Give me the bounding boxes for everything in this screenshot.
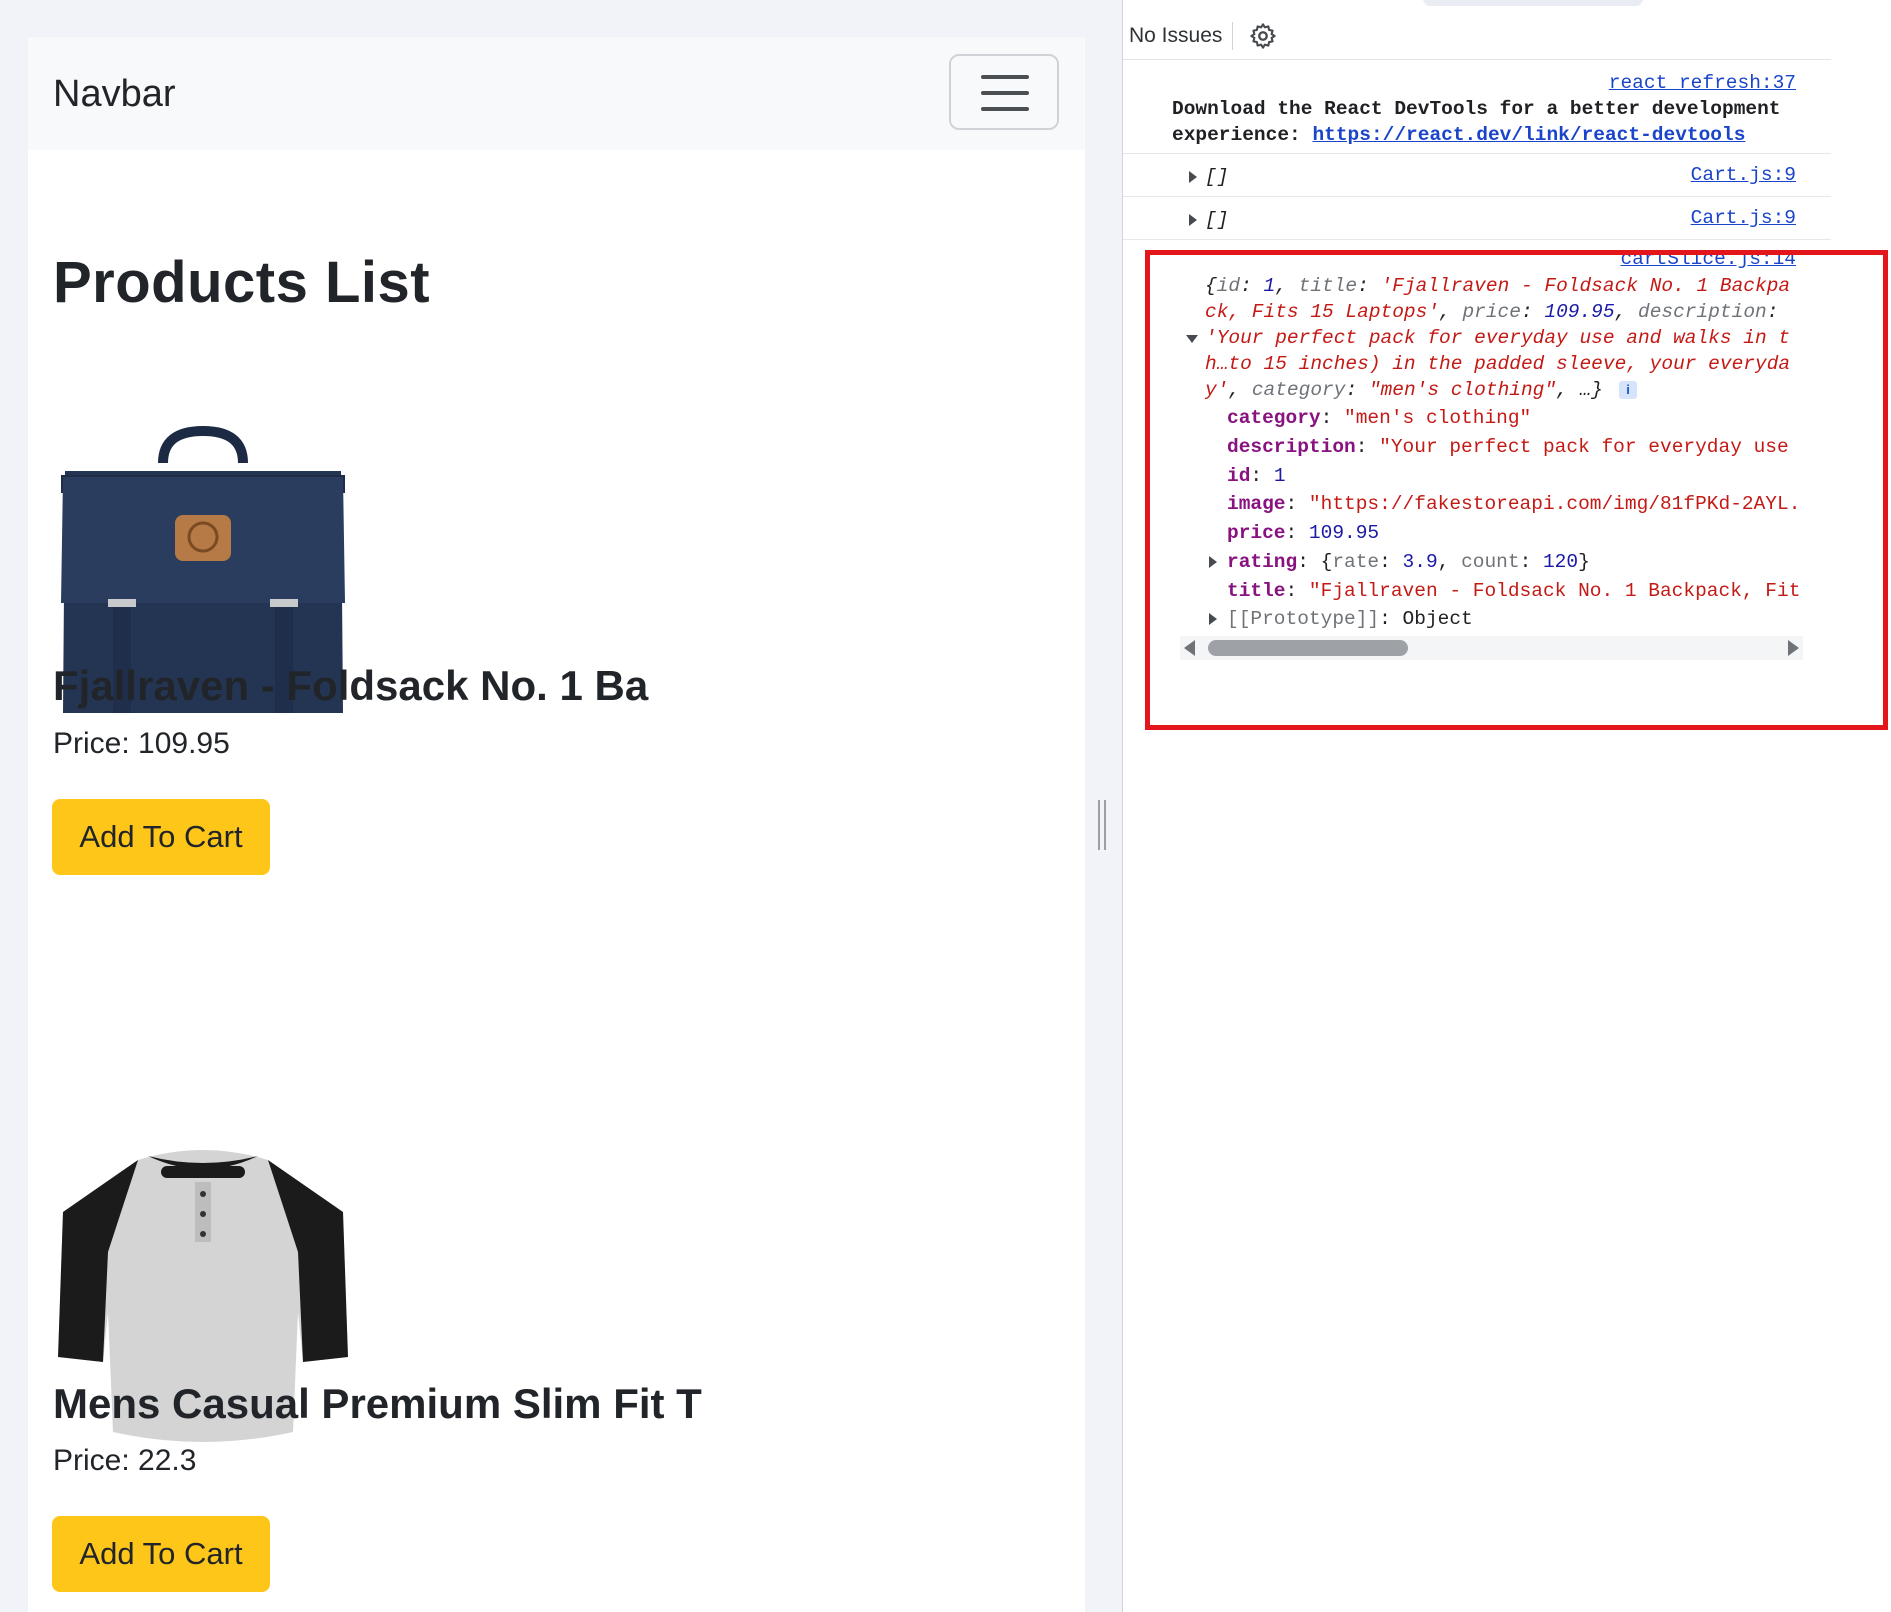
issues-counter[interactable]: No Issues [1129,24,1222,48]
console-message-line: experience: https://react.dev/link/react… [1172,122,1745,148]
expand-arrow-icon[interactable] [1209,556,1217,568]
object-summary-line: 'Your perfect pack for everyday use and … [1205,327,1791,349]
object-property: price: 109.95 [1227,522,1380,544]
console-toolbar: No Issues [1123,0,1831,60]
source-link[interactable]: react_refresh:37 [1609,72,1796,94]
log-value: [] [1205,209,1229,231]
product-price: Price: 22.3 [53,1444,197,1477]
product-title: Fjallraven - Foldsack No. 1 Ba [53,662,649,709]
console-message-text: Download the React DevTools for a better… [1172,98,1781,120]
collapse-arrow-icon[interactable] [1186,335,1198,343]
app-viewport: Navbar Products List Fjallraven - Foldsa… [0,0,1122,1612]
add-to-cart-button[interactable]: Add To Cart [52,799,270,875]
object-summary-line: {id: 1, title: 'Fjallraven - Foldsack No… [1205,275,1791,297]
scroll-left-arrow-icon[interactable] [1184,640,1195,656]
devtools-link[interactable]: https://react.dev/link/react-devtools [1312,124,1745,146]
object-property: image: "https://fakestoreapi.com/img/81f… [1227,493,1801,515]
navbar: Navbar [28,37,1085,150]
scroll-right-arrow-icon[interactable] [1788,640,1799,656]
toolbar-tab[interactable] [1423,0,1643,6]
toolbar-divider [1232,22,1233,50]
pane-resize-handle[interactable] [1098,800,1108,850]
console-message-prefix: experience: [1172,124,1313,146]
expand-arrow-icon[interactable] [1189,214,1197,226]
devtools-panel: No Issues react_refresh:37 Download the … [1122,0,1891,1612]
object-summary-line: ck, Fits 15 Laptops', price: 109.95, des… [1205,301,1779,323]
navbar-toggle-button[interactable] [949,54,1059,130]
object-property: description: "Your perfect pack for ever… [1227,436,1789,458]
horizontal-scrollbar[interactable] [1180,636,1803,660]
gear-icon[interactable] [1249,22,1277,50]
product-price: Price: 109.95 [53,727,230,760]
object-summary-line: y', category: "men's clothing", …} [1205,379,1603,401]
object-property: title: "Fjallraven - Foldsack No. 1 Back… [1227,580,1801,602]
scrollbar-thumb[interactable] [1208,640,1408,656]
source-link[interactable]: Cart.js:9 [1691,164,1796,186]
source-link[interactable]: Cart.js:9 [1691,207,1796,229]
product-title: Mens Casual Premium Slim Fit T [53,1380,702,1427]
info-icon[interactable]: i [1619,381,1637,399]
app-page: Navbar Products List Fjallraven - Foldsa… [28,37,1085,1612]
object-property[interactable]: [[Prototype]]: Object [1227,606,1473,632]
add-to-cart-button[interactable]: Add To Cart [52,1516,270,1592]
object-summary-line: h…to 15 inches) in the padded sleeve, yo… [1205,353,1791,375]
page-title: Products List [53,250,431,315]
log-value: [] [1205,166,1229,188]
object-property: id: 1 [1227,465,1286,487]
source-link[interactable]: cartSlice.js:14 [1620,248,1796,270]
expand-arrow-icon[interactable] [1189,171,1197,183]
navbar-brand[interactable]: Navbar [53,73,176,116]
expand-arrow-icon[interactable] [1209,613,1217,625]
object-property[interactable]: rating: {rate: 3.9, count: 120} [1227,549,1590,575]
object-property: category: "men's clothing" [1227,407,1532,429]
